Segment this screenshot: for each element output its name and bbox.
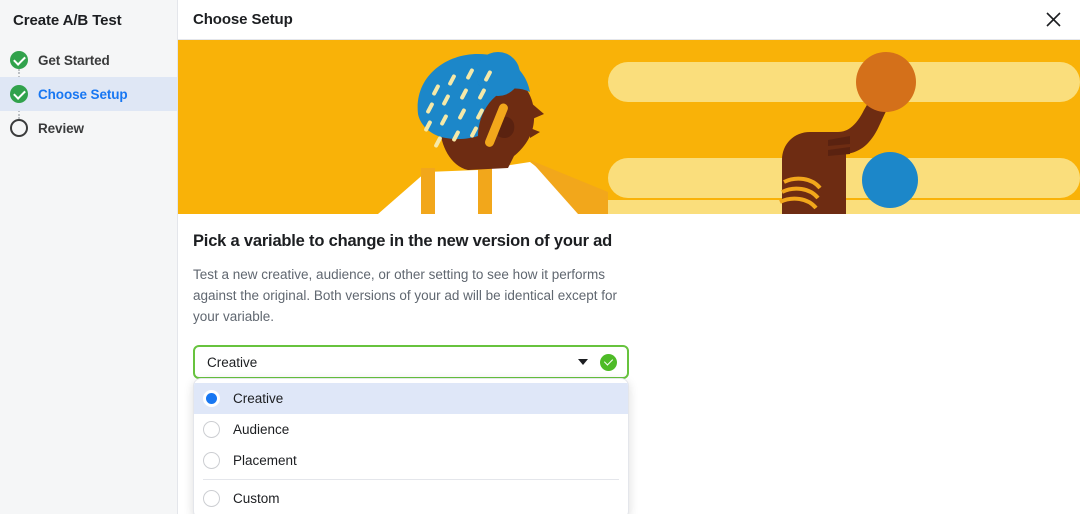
main-panel: Choose Setup Pick a variable to change i… <box>178 0 1080 514</box>
check-circle-icon <box>10 85 28 103</box>
radio-icon[interactable] <box>203 390 220 407</box>
dropdown-option-label: Audience <box>233 422 290 437</box>
step-label: Choose Setup <box>38 86 128 102</box>
variable-select-value: Creative <box>207 354 258 370</box>
variable-dropdown-menu[interactable]: Creative Audience Placement Custom <box>193 378 629 514</box>
content-description: Test a new creative, audience, or other … <box>193 267 617 324</box>
hero-illustration <box>178 40 1080 214</box>
dropdown-option-creative[interactable]: Creative <box>194 383 628 414</box>
step-nav: Get Started Choose Setup Review <box>0 43 177 145</box>
sidebar-item-choose-setup[interactable]: Choose Setup <box>0 77 177 111</box>
radio-icon[interactable] <box>203 452 220 469</box>
step-label: Get Started <box>38 52 110 68</box>
dropdown-option-audience[interactable]: Audience <box>194 414 628 445</box>
check-circle-icon <box>10 51 28 69</box>
topbar: Choose Setup <box>178 0 1080 40</box>
content-heading: Pick a variable to change in the new ver… <box>193 232 613 250</box>
sidebar-item-get-started[interactable]: Get Started <box>0 43 177 77</box>
dropdown-option-label: Custom <box>233 491 280 506</box>
variable-select[interactable]: Creative <box>193 345 629 379</box>
close-icon[interactable] <box>1040 7 1066 33</box>
dropdown-option-placement[interactable]: Placement <box>194 445 628 476</box>
chevron-down-icon[interactable] <box>578 359 588 365</box>
empty-circle-icon <box>10 119 28 137</box>
dropdown-option-custom[interactable]: Custom <box>194 483 628 514</box>
sidebar-title: Create A/B Test <box>13 12 122 29</box>
dropdown-option-label: Creative <box>233 391 284 406</box>
radio-icon[interactable] <box>203 490 220 507</box>
ab-test-wizard: Create A/B Test Get Started Choose Setup… <box>0 0 1080 514</box>
dropdown-option-label: Placement <box>233 453 297 468</box>
radio-icon[interactable] <box>203 421 220 438</box>
sidebar: Create A/B Test Get Started Choose Setup… <box>0 0 178 514</box>
check-circle-icon <box>600 353 617 371</box>
step-label: Review <box>38 120 84 136</box>
content-area: Pick a variable to change in the new ver… <box>178 214 1080 379</box>
page-title: Choose Setup <box>193 11 293 28</box>
sidebar-item-review[interactable]: Review <box>0 111 177 145</box>
dropdown-divider <box>203 479 619 480</box>
